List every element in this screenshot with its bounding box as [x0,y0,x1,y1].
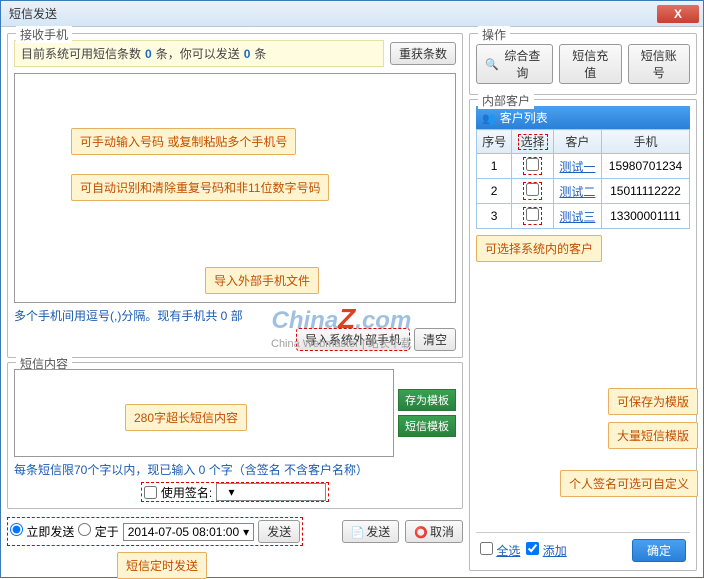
select-all-checkbox[interactable]: 全选 [480,542,520,559]
note-many-templates: 大量短信模版 [608,422,698,449]
close-button[interactable]: X [657,5,699,23]
note-long-sms: 280字超长短信内容 [125,404,247,431]
note-signature: 个人签名可选可自定义 [560,470,698,497]
use-signature-label: 使用签名: [161,484,212,501]
client-list-title: 客户列表 [500,109,548,126]
send-scheduled-radio[interactable]: 定于 [78,523,118,540]
refresh-quota-button[interactable]: 重获条数 [390,42,456,65]
phone-count-hint: 多个手机间用逗号(,)分隔。现有手机共 0 部 [14,307,456,324]
chevron-down-icon: ▾ [243,525,249,539]
note-manual-input: 可手动输入号码 或复制粘贴多个手机号 [71,128,296,155]
sms-account-button[interactable]: 短信账号 [628,44,690,84]
col-select: 选择 [512,130,554,154]
send-button[interactable]: 发送 [342,520,400,543]
internal-clients-fieldset: 内部客户 客户列表 序号 选择 客户 手机 [469,99,697,571]
phone-numbers-textarea[interactable]: 可手动输入号码 或复制粘贴多个手机号 可自动识别和清除重复号码和非11位数字号码… [14,73,456,303]
operations-fieldset: 操作 综合查询 短信充值 短信账号 [469,33,697,95]
recipients-legend: 接收手机 [16,26,72,43]
sms-textarea[interactable]: 280字超长短信内容 [14,369,394,457]
quota-unit-2: 条 [254,45,266,62]
row-checkbox[interactable] [526,183,539,196]
col-seq: 序号 [477,130,512,154]
col-phone: 手机 [601,130,689,154]
clients-legend: 内部客户 [478,92,534,109]
window: 短信发送 X 接收手机 目前系统可用短信条数 0 条，你可以发送 0 条 重获条… [0,0,704,578]
col-customer: 客户 [553,130,601,154]
note-auto-dedup: 可自动识别和清除重复号码和非11位数字号码 [71,174,329,201]
operations-legend: 操作 [478,26,510,43]
note-select-clients: 可选择系统内的客户 [476,235,602,262]
quota-count-2: 0 [244,47,251,61]
cancel-icon [414,525,428,539]
titlebar: 短信发送 X [1,1,703,27]
quota-count-1: 0 [145,47,152,61]
schedule-datetime-input[interactable]: 2014-07-05 08:01:00 ▾ [123,523,254,541]
schedule-send-button[interactable]: 发送 [258,520,300,543]
comprehensive-query-button[interactable]: 综合查询 [476,44,553,84]
customer-link[interactable]: 测试一 [559,160,595,174]
search-icon [485,57,499,71]
save-template-button[interactable]: 存为模板 [398,389,456,411]
row-checkbox[interactable] [526,208,539,221]
row-checkbox[interactable] [526,158,539,171]
note-import-file: 导入外部手机文件 [205,267,319,294]
sms-content-fieldset: 短信内容 280字超长短信内容 存为模板 短信模板 每条短信限70个字以内，现已… [7,362,463,509]
cancel-button[interactable]: 取消 [405,520,463,543]
table-row[interactable]: 1 测试一 15980701234 [477,154,690,179]
quota-label-2: 条，你可以发送 [156,45,240,62]
recharge-button[interactable]: 短信充值 [559,44,621,84]
recipients-fieldset: 接收手机 目前系统可用短信条数 0 条，你可以发送 0 条 重获条数 可手动输入… [7,33,463,358]
sms-char-hint: 每条短信限70个字以内，现已输入 0 个字（含签名 不含客户名称） [14,461,456,478]
add-checkbox[interactable]: 添加 [526,542,566,559]
import-external-button[interactable]: 导入系统外部手机 [296,328,410,351]
customer-link[interactable]: 测试二 [559,185,595,199]
send-icon [351,525,365,539]
client-table: 序号 选择 客户 手机 1 测试一 15980701234 [476,129,690,229]
window-title: 短信发送 [5,5,657,22]
send-now-radio[interactable]: 立即发送 [10,523,74,540]
clear-button[interactable]: 清空 [414,328,456,351]
signature-select[interactable]: ▾ [216,483,326,501]
customer-link[interactable]: 测试三 [559,210,595,224]
confirm-button[interactable]: 确定 [632,539,686,562]
users-icon [482,111,496,125]
use-signature-checkbox[interactable] [144,486,157,499]
chevron-down-icon: ▾ [229,485,235,499]
sms-template-button[interactable]: 短信模板 [398,415,456,437]
note-save-template: 可保存为模版 [608,388,698,415]
quota-info: 目前系统可用短信条数 0 条，你可以发送 0 条 [14,40,384,67]
table-row[interactable]: 2 测试二 15011112222 [477,179,690,204]
table-row[interactable]: 3 测试三 13300001111 [477,204,690,229]
send-row: 立即发送 定于 2014-07-05 08:01:00 ▾ 发送 发送 取消 [7,517,463,546]
quota-label-1: 目前系统可用短信条数 [21,45,141,62]
note-scheduled-send: 短信定时发送 [117,552,207,579]
client-list-header: 客户列表 [476,106,690,129]
